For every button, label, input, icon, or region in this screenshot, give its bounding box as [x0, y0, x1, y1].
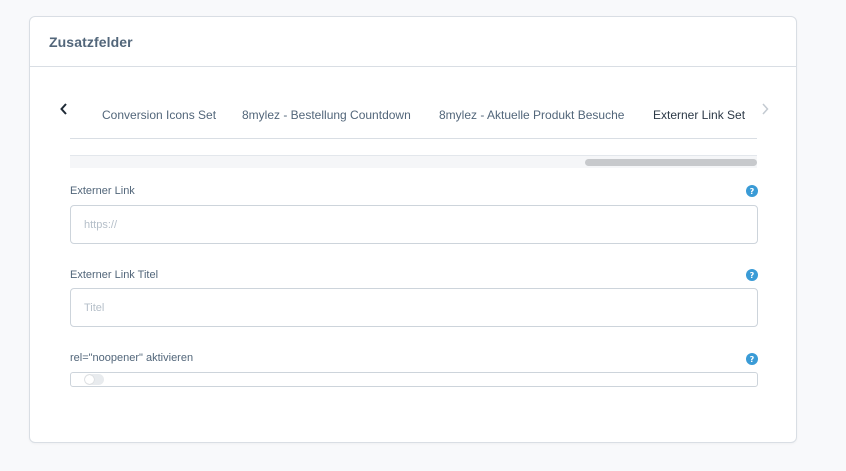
external-link-label: Externer Link [70, 185, 135, 197]
noopener-label: rel="noopener" aktivieren [70, 352, 194, 364]
tab-scrollbar[interactable] [70, 155, 757, 168]
noopener-toggle-row[interactable] [70, 372, 758, 387]
question-circle-icon[interactable]: ? [746, 269, 758, 281]
external-link-input[interactable] [70, 205, 758, 244]
tab-scrollbar-thumb[interactable] [585, 159, 757, 166]
question-circle-icon[interactable]: ? [746, 185, 758, 197]
tab-externer-link-set[interactable]: Externer Link Set [653, 103, 745, 138]
tab-aktuelle-produkt-besuche[interactable]: 8mylez - Aktuelle Produkt Besuche [439, 103, 624, 138]
toggle-knob [85, 375, 94, 384]
chevron-right-icon [762, 103, 769, 115]
external-link-title-label: Externer Link Titel [70, 269, 159, 281]
card-header: Zusatzfelder [30, 17, 796, 67]
tab-scroll-right-button[interactable] [759, 101, 771, 117]
tab-conversion-icons-set[interactable]: Conversion Icons Set [102, 103, 216, 138]
question-circle-icon[interactable]: ? [746, 353, 758, 365]
tab-bar: e Conversion Icons Set 8mylez - Bestellu… [30, 67, 796, 139]
noopener-toggle[interactable] [84, 374, 104, 385]
tab-strip: e Conversion Icons Set 8mylez - Bestellu… [70, 103, 757, 139]
chevron-left-icon [60, 103, 67, 115]
external-link-title-input[interactable] [70, 288, 758, 327]
tab-bestellung-countdown[interactable]: 8mylez - Bestellung Countdown [242, 103, 411, 138]
tab-scroll-left-button[interactable] [58, 101, 70, 117]
card-title: Zusatzfelder [49, 33, 133, 50]
extra-fields-card: Zusatzfelder e Conversion Icons Set 8myl… [29, 16, 797, 443]
